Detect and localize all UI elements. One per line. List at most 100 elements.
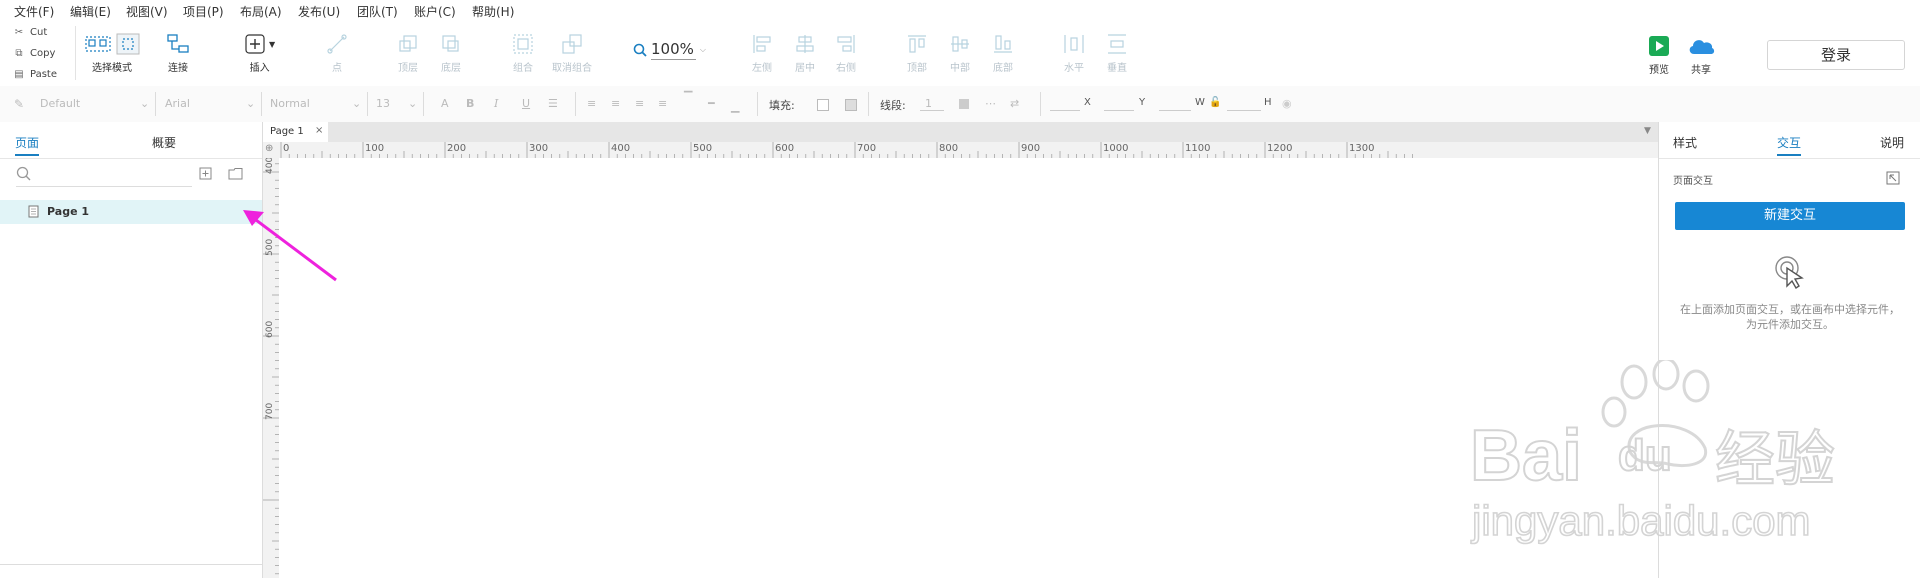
divider (0, 564, 262, 565)
font-color-icon[interactable]: A (441, 97, 449, 110)
bullet-list-icon[interactable]: ☰ (548, 97, 558, 110)
zoom-control[interactable]: 100% ⌵ (633, 40, 706, 60)
divider (575, 92, 576, 116)
preview-button[interactable]: 预览 (1648, 35, 1670, 76)
align-text-center-icon[interactable]: ≡ (611, 97, 620, 110)
ruler-tick-label: 600 (265, 321, 275, 338)
align-text-left-icon[interactable]: ≡ (587, 97, 596, 110)
fill-color-swatch[interactable] (817, 99, 829, 111)
group-button[interactable]: 组合 (512, 33, 534, 74)
visibility-icon[interactable]: ◉ (1282, 97, 1292, 110)
font-weight-select[interactable]: Normal (270, 97, 310, 110)
menu-layout[interactable]: 布局(A) (240, 3, 282, 20)
menu-edit[interactable]: 编辑(E) (70, 3, 111, 20)
divider (261, 92, 262, 116)
design-canvas[interactable] (279, 158, 1658, 578)
page-list-item[interactable]: Page 1 (0, 200, 262, 224)
align-right-button[interactable]: 右侧 (835, 33, 857, 74)
menu-account[interactable]: 账户(C) (414, 3, 456, 20)
login-button[interactable]: 登录 (1767, 40, 1905, 70)
stroke-color-swatch[interactable] (959, 99, 969, 109)
align-bottom-icon (994, 35, 1012, 53)
tab-outline[interactable]: 概要 (152, 134, 176, 151)
w-label: W (1195, 97, 1205, 108)
expand-icon[interactable] (1886, 171, 1900, 185)
font-family-select[interactable]: Arial (165, 97, 190, 110)
divider (367, 92, 368, 116)
point-icon (327, 34, 347, 54)
new-interaction-button[interactable]: 新建交互 (1675, 202, 1905, 230)
add-folder-icon[interactable] (228, 167, 243, 180)
add-page-icon[interactable] (199, 167, 212, 180)
svg-text:经验: 经验 (1715, 425, 1835, 495)
menu-project[interactable]: 项目(P) (183, 3, 224, 20)
w-input[interactable] (1159, 110, 1191, 111)
chevron-down-icon: ⌄ (246, 97, 256, 110)
menu-view[interactable]: 视图(V) (126, 3, 168, 20)
style-painter-icon[interactable]: ✎ (14, 97, 24, 111)
select-contain-icon (116, 33, 140, 55)
menu-team[interactable]: 团队(T) (357, 3, 398, 20)
divider (0, 158, 262, 159)
paste-button[interactable]: ▤ Paste (14, 69, 57, 80)
tab-notes[interactable]: 说明 (1880, 134, 1904, 151)
copy-icon: ⧉ (15, 48, 23, 59)
font-size-select[interactable]: 13 (376, 97, 390, 110)
chevron-down-icon: ⌄ (140, 97, 150, 110)
style-select[interactable]: Default (40, 97, 80, 110)
search-icon[interactable] (16, 166, 32, 182)
x-input[interactable] (1050, 110, 1080, 111)
valign-middle-icon[interactable]: ━ (708, 97, 715, 110)
bold-icon[interactable]: B (466, 97, 474, 110)
pages-panel: 页面 概要 Page 1 (0, 122, 263, 578)
ruler-tick-label: 1300 (1349, 143, 1374, 154)
send-to-back-button[interactable]: 底层 (440, 33, 462, 74)
insert-button[interactable]: ▼ 插入 (244, 33, 275, 74)
stroke-width-input[interactable]: 1 (925, 97, 932, 110)
menu-publish[interactable]: 发布(U) (298, 3, 340, 20)
tab-interactions[interactable]: 交互 (1777, 134, 1802, 156)
valign-top-icon[interactable]: ▔ (684, 91, 692, 104)
align-top-button[interactable]: 顶部 (906, 33, 928, 74)
align-bottom-button[interactable]: 底部 (992, 33, 1014, 74)
cloud-icon (1689, 40, 1715, 54)
ungroup-icon (562, 34, 582, 54)
tab-style[interactable]: 样式 (1673, 134, 1697, 151)
chevron-down-icon[interactable]: ▼ (1644, 126, 1651, 136)
crosshair-icon: ⊕ (265, 143, 274, 154)
align-text-right-icon[interactable]: ≡ (635, 97, 644, 110)
distribute-vertical-icon (1108, 34, 1126, 54)
tab-page-1[interactable]: Page 1 × (263, 122, 328, 142)
lock-icon[interactable]: 🔓 (1209, 97, 1221, 108)
divider (155, 92, 156, 116)
ungroup-button[interactable]: 取消组合 (552, 33, 592, 74)
close-icon[interactable]: × (315, 125, 323, 136)
align-text-justify-icon[interactable]: ≡ (658, 97, 667, 110)
bring-to-front-button[interactable]: 顶层 (397, 33, 419, 74)
point-button[interactable]: 点 (326, 33, 348, 74)
menu-help[interactable]: 帮助(H) (472, 3, 514, 20)
select-mode-button[interactable]: 选择模式 (84, 33, 140, 74)
tab-pages[interactable]: 页面 (15, 134, 40, 156)
align-center-button[interactable]: 居中 (794, 33, 816, 74)
y-input[interactable] (1104, 110, 1134, 111)
distribute-horizontal-button[interactable]: 水平 (1063, 33, 1085, 74)
valign-bottom-icon[interactable]: ▁ (731, 100, 739, 113)
distribute-vertical-button[interactable]: 垂直 (1106, 33, 1128, 74)
cut-button[interactable]: ✂ Cut (14, 27, 47, 38)
stroke-pattern-icon[interactable]: ⋯ (985, 97, 996, 110)
fill-shadow-swatch[interactable] (845, 99, 857, 111)
connect-button[interactable]: 连接 (166, 33, 190, 74)
underline-icon[interactable]: U (522, 97, 530, 110)
share-button[interactable]: 共享 (1686, 35, 1716, 76)
align-left-button[interactable]: 左侧 (751, 33, 773, 74)
search-input[interactable] (16, 186, 192, 187)
h-input[interactable] (1227, 110, 1261, 111)
menu-file[interactable]: 文件(F) (14, 3, 54, 20)
copy-button[interactable]: ⧉ Copy (14, 48, 55, 59)
arrow-style-icon[interactable]: ⇄ (1010, 97, 1019, 110)
italic-icon[interactable]: I (494, 97, 498, 110)
svg-text:du: du (1618, 431, 1672, 480)
empty-state-hint: 在上面添加页面交互，或在画布中选择元件，为元件添加交互。 (1680, 303, 1900, 331)
align-middle-button[interactable]: 中部 (949, 33, 971, 74)
